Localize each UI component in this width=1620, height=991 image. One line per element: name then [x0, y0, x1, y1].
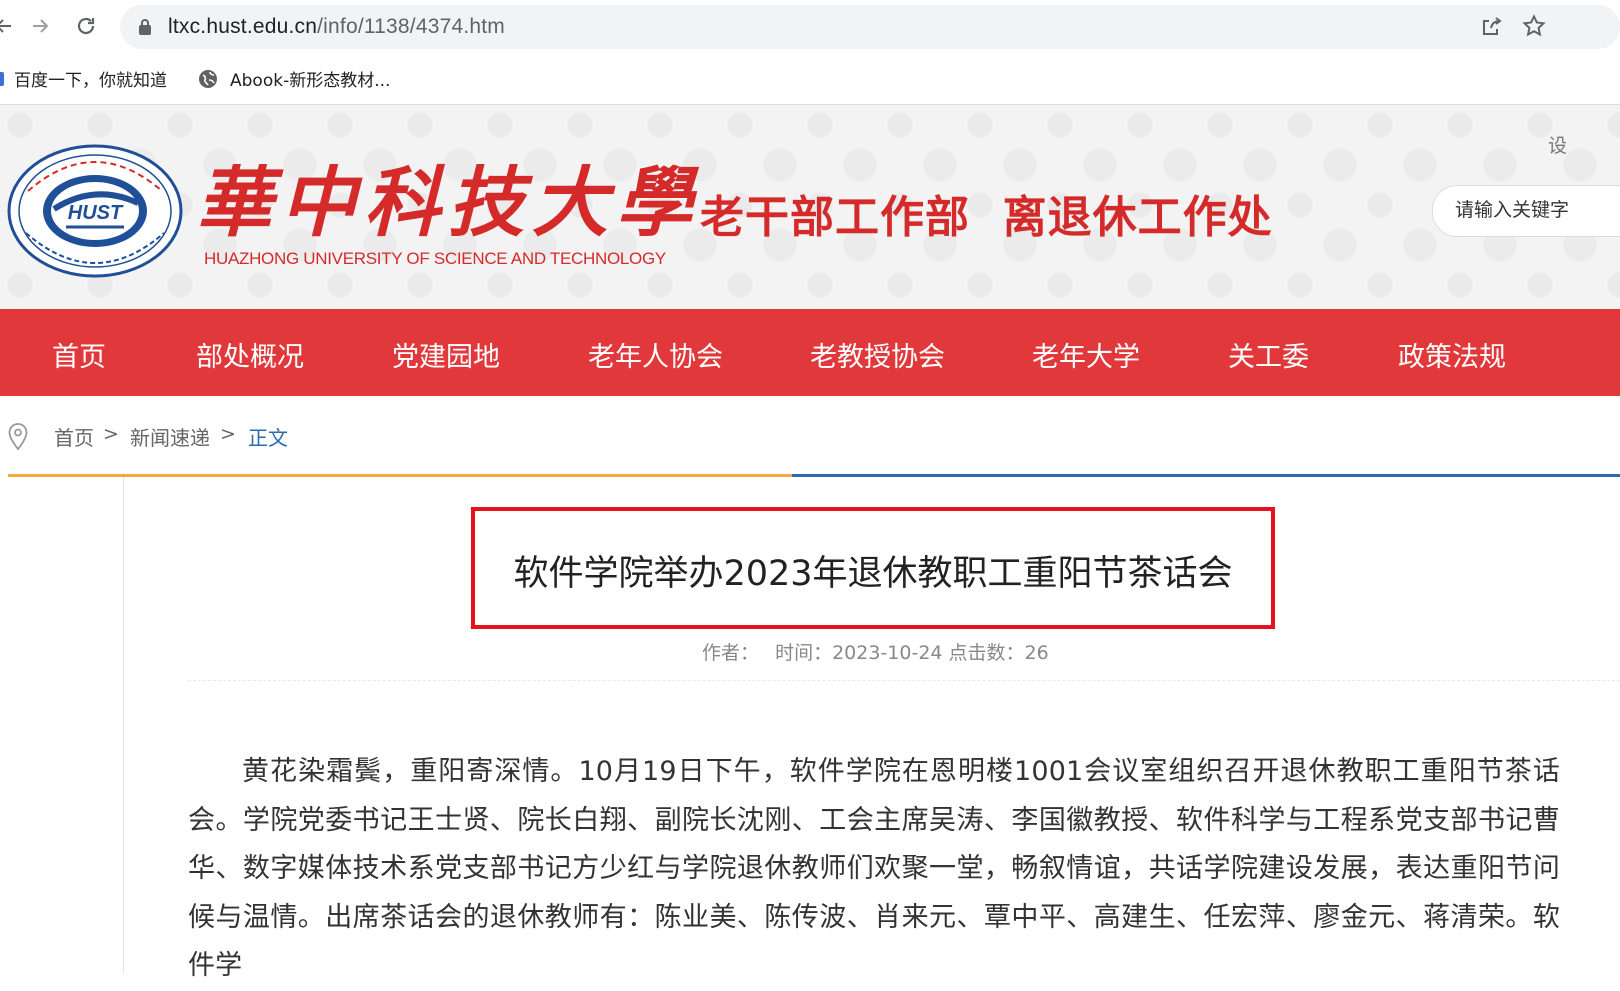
breadcrumb-separator: >	[220, 423, 236, 445]
meta-divider	[188, 680, 1620, 682]
article-title-highlight: 软件学院举办2023年退休教职工重阳节茶话会	[471, 507, 1275, 629]
lock-icon	[139, 19, 151, 35]
article-meta: 作者： 时间：2023-10-24 点击数：26	[702, 638, 1059, 665]
nav-item-party[interactable]: 党建园地	[392, 335, 500, 374]
back-icon[interactable]	[0, 8, 22, 44]
location-pin-icon	[8, 423, 28, 451]
url-host: ltxc.hust.edu.cn	[168, 15, 318, 38]
hits-count: 26	[1024, 642, 1049, 664]
nav-item-senior-university[interactable]: 老年大学	[1032, 335, 1140, 374]
globe-icon	[199, 69, 217, 88]
article-date: 2023-10-24	[832, 642, 943, 664]
reload-icon[interactable]	[68, 8, 104, 44]
breadcrumb-home[interactable]: 首页	[54, 422, 94, 451]
article-title: 软件学院举办2023年退休教职工重阳节茶话会	[513, 554, 1233, 594]
university-emblem-icon[interactable]: HUST	[6, 143, 184, 279]
search-input[interactable]	[1453, 198, 1620, 222]
nav-item-professor-association[interactable]: 老教授协会	[810, 335, 945, 374]
url-path: /info/1138/4374.htm	[317, 15, 506, 38]
author-label: 作者：	[702, 642, 760, 664]
nav-item-policy[interactable]: 政策法规	[1398, 335, 1506, 374]
emblem-text: HUST	[68, 202, 124, 224]
url-text: ltxc.hust.edu.cn/info/1138/4374.htm	[168, 15, 505, 39]
hits-label: 点击数：	[948, 642, 1025, 664]
bookmark-baidu[interactable]: 百度一下，你就知道	[0, 66, 167, 91]
divider-blue	[792, 474, 1620, 477]
settings-link[interactable]: 设	[1548, 131, 1567, 158]
university-name-en: HUAZHONG UNIVERSITY OF SCIENCE AND TECHN…	[204, 249, 666, 268]
breadcrumb-separator: >	[103, 423, 119, 445]
site-search[interactable]	[1432, 185, 1620, 237]
baidu-icon	[0, 71, 4, 86]
bookmark-abook[interactable]: Abook-新形态教材...	[198, 66, 390, 91]
sidebar-border	[123, 477, 124, 974]
department-name: 老干部工作部 离退休工作处	[700, 192, 1273, 243]
time-label: 时间：	[775, 642, 833, 664]
main-nav: 首页 部处概况 党建园地 老年人协会 老教授协会 老年大学 关工委 政策法规	[0, 309, 1620, 396]
share-icon[interactable]	[1480, 16, 1502, 38]
browser-toolbar: ltxc.hust.edu.cn/info/1138/4374.htm	[0, 0, 1620, 54]
nav-item-youth-committee[interactable]: 关工委	[1228, 335, 1309, 374]
bookmark-label: 百度一下，你就知道	[14, 71, 167, 91]
breadcrumb-current[interactable]: 正文	[248, 422, 288, 451]
university-name[interactable]: 華中科技大學	[196, 141, 700, 251]
breadcrumb-news[interactable]: 新闻速递	[130, 422, 210, 451]
article-body: 黄花染霜鬓，重阳寄深情。10月19日下午，软件学院在恩明楼1001会议室组织召开…	[188, 756, 1560, 981]
site-header: HUST 華中科技大學 HUAZHONG UNIVERSITY OF SCIEN…	[0, 105, 1620, 309]
address-bar[interactable]: ltxc.hust.edu.cn/info/1138/4374.htm	[120, 5, 1620, 49]
nav-item-elderly-association[interactable]: 老年人协会	[588, 335, 723, 374]
forward-icon[interactable]	[22, 8, 58, 44]
bookmark-label: Abook-新形态教材...	[230, 71, 391, 91]
bookmark-star-icon[interactable]	[1522, 14, 1546, 38]
nav-item-overview[interactable]: 部处概况	[196, 335, 304, 374]
bookmarks-bar: 百度一下，你就知道 Abook-新形态教材...	[0, 54, 1620, 105]
divider-orange	[8, 474, 792, 477]
nav-item-home[interactable]: 首页	[52, 335, 106, 374]
